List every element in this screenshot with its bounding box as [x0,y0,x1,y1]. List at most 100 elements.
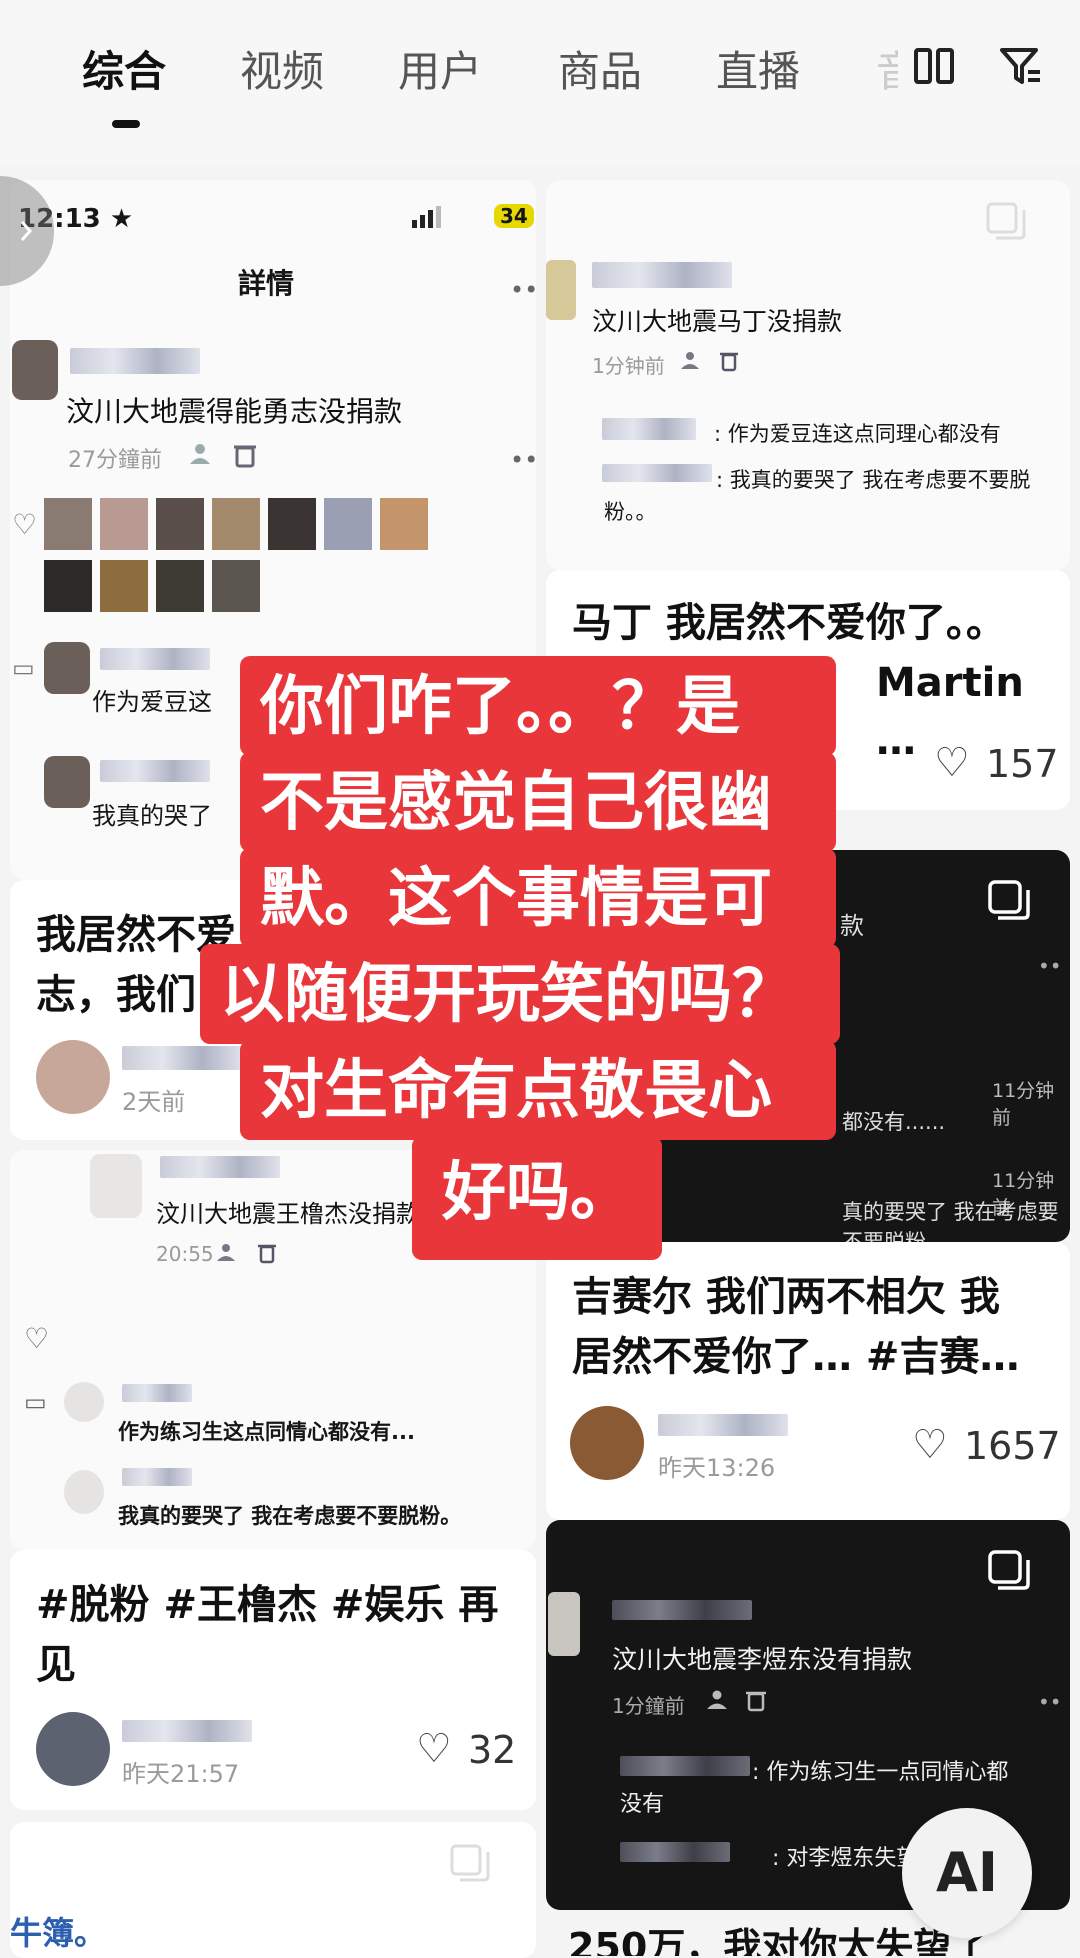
reply-text: 作为练习生这点同情心都没有... [118,1420,415,1444]
avatar [570,1406,644,1480]
reply-text: : 对李煜东失望 [772,1846,919,1871]
more-icon[interactable]: •• [510,276,536,304]
blurred-username [602,418,696,440]
like-count: 32 [468,1728,517,1772]
blurred-username [100,760,210,782]
multi-image-icon [988,880,1030,926]
layout-toggle-icon[interactable] [912,46,956,90]
post-time: 1分鐘前 [612,1694,685,1718]
right-screenshot-card[interactable]: 汶川大地震马丁没捐款 1分钟前 : 作为爱豆连这点同理心都没有 : 我真的要哭了… [546,180,1070,570]
multi-image-icon [986,202,1026,246]
comment-icon[interactable]: ▭ [12,654,35,682]
user-icon [680,350,700,374]
back-handle[interactable] [0,176,54,286]
overlay-line: 对生命有点敬畏心 [240,1040,836,1140]
overlay-line: 以随便开玩笑的吗？ [200,944,840,1044]
card-title-line2: 见 [36,1642,76,1688]
post-time: 昨天21:57 [122,1760,240,1788]
blurred-username [122,1046,242,1070]
tab-live[interactable]: 直播 [716,38,800,99]
post-title-fragment: 款 [840,912,864,940]
blurred-username [658,1414,788,1436]
left-feed-card-2[interactable]: #脱粉 #王橹杰 #娱乐 再 见 昨天21:57 ♡ 32 [10,1550,536,1810]
more-icon[interactable]: •• [1038,954,1062,978]
reply-text: 真的要哭了 我在考虑要不要脱粉。。 [842,1200,1059,1242]
reply-text: : 作为练习生一点同情心都 [752,1760,1009,1785]
post-title: 汶川大地震李煜东没有捐款 [612,1645,913,1674]
tab-comprehensive[interactable]: 综合 [82,38,166,99]
reply-text: : 作为爱豆连这点同理心都没有 [714,422,1001,446]
card-title-line1: 马丁 我居然不爱你了。。 [572,600,1006,646]
more-icon[interactable]: •• [1038,1690,1062,1714]
post-time: 20:55 [156,1242,214,1266]
left-feed-card-3[interactable]: 牛簿。 [10,1822,536,1958]
overlay-line: 不是感觉自己很幽 [240,752,836,852]
trash-icon[interactable] [720,350,738,376]
blurred-username [122,1720,252,1742]
blurred-username [100,648,210,670]
heart-icon[interactable]: ♡ [912,1422,948,1468]
heart-icon[interactable]: ♡ [416,1726,452,1772]
avatar [548,1592,580,1656]
overlay-line: 默。这个事情是可 [240,848,836,948]
overlay-line: 好吗。 [412,1136,662,1260]
user-icon [706,1688,728,1714]
multi-image-icon [988,1550,1030,1596]
avatar [64,1382,104,1422]
avatar [44,756,90,808]
avatar-grid [44,498,428,618]
active-tab-indicator [112,120,140,128]
avatar [12,340,58,400]
blurred-username [612,1600,752,1620]
card-text: 牛簿。 [10,1914,107,1952]
comment-icon[interactable]: ▭ [24,1388,47,1416]
tab-products[interactable]: 商品 [558,38,642,99]
blurred-username [602,464,712,482]
filter-icon[interactable] [998,44,1042,92]
tab-video[interactable]: 视频 [240,38,324,99]
card-title-line1: #脱粉 #王橹杰 #娱乐 再 [36,1582,499,1628]
post-time: 昨天13:26 [658,1454,776,1482]
reply-text: 我真的哭了 [92,802,212,830]
avatar [44,642,90,694]
blurred-username [592,262,732,288]
heart-icon[interactable]: ♡ [24,1322,49,1355]
commentary-overlay: 你们咋了。。？是 不是感觉自己很幽 默。这个事情是可 以随便开玩笑的吗？ 对生命… [200,656,840,1270]
reply-text: 我真的要哭了 我在考虑要不要脱粉。 [118,1504,462,1528]
like-count: 157 [986,742,1059,786]
user-icon [216,1242,236,1266]
post-title: 汶川大地震得能勇志没捐款 [66,395,403,428]
battery-badge: 34 [494,204,534,228]
avatar [36,1712,110,1786]
blurred-username [122,1468,192,1486]
multi-image-icon [450,1844,490,1888]
trash-icon[interactable] [234,442,256,472]
reply-text: 没有 [620,1792,665,1817]
post-time: 27分鐘前 [68,448,162,473]
card-title-line2: 居然不爱你了… #吉赛… [572,1334,1020,1380]
card-title-line1: 吉赛尔 我们两不相欠 我 [572,1274,1000,1320]
signal-icon [412,206,442,232]
heart-icon[interactable]: ♡ [934,740,970,786]
reply-text: 粉。。 [604,500,657,524]
blurred-username [620,1756,750,1776]
more-icon[interactable]: •• [510,446,536,474]
tab-users[interactable]: 用户 [398,38,482,99]
avatar [64,1470,104,1514]
avatar [546,260,576,320]
user-icon [188,442,212,470]
blurred-username [620,1842,730,1862]
tab-music[interactable]: 音 [876,38,898,99]
blurred-username [122,1384,192,1402]
post-title: 汶川大地震马丁没捐款 [592,307,843,336]
post-time: 1分钟前 [592,354,665,378]
right-feed-card-2[interactable]: 吉赛尔 我们两不相欠 我 居然不爱你了… #吉赛… 昨天13:26 ♡ 1657 [546,1242,1070,1520]
reply-text: : 我真的要哭了 我在考虑要不要脱 [716,468,1031,492]
like-count: 1657 [964,1424,1061,1468]
ai-assistant-button[interactable]: AI [902,1808,1032,1938]
detail-header: 詳情 [238,267,295,300]
avatar [90,1154,142,1218]
reply-text: 作为爱豆这 [92,688,212,716]
trash-icon[interactable] [746,1688,766,1716]
heart-icon[interactable]: ♡ [12,508,37,541]
